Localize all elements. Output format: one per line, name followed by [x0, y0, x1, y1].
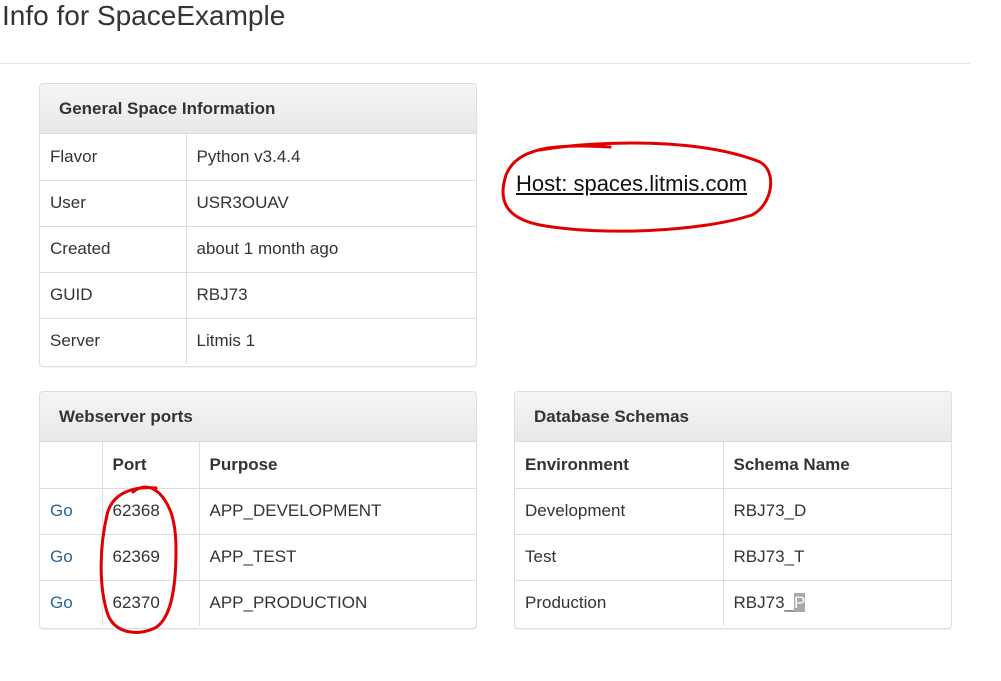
guid-label: GUID	[40, 271, 186, 318]
environment-cell: Development	[515, 487, 723, 534]
go-link-production[interactable]: Go	[50, 593, 73, 612]
go-link-development[interactable]: Go	[50, 501, 73, 520]
table-header-row: Environment Schema Name	[515, 442, 951, 488]
link-column-header	[40, 442, 102, 488]
schema-prefix: RBJ73_	[733, 593, 794, 613]
webserver-ports-panel: Webserver ports Port Purpose Go 62368 AP…	[39, 391, 477, 629]
text-selection-highlight: P	[793, 593, 806, 613]
purpose-cell: APP_PRODUCTION	[198, 579, 476, 626]
table-row: GUID RBJ73	[40, 271, 476, 318]
table-row: Go 62370 APP_PRODUCTION	[40, 579, 476, 626]
schema-name-column-header: Schema Name	[722, 442, 951, 488]
table-row: Flavor Python v3.4.4	[40, 134, 476, 180]
table-header-row: Port Purpose	[40, 442, 476, 488]
purpose-cell: APP_DEVELOPMENT	[198, 487, 476, 534]
database-schemas-heading: Database Schemas	[515, 392, 951, 442]
schema-cell: RBJ73_P	[722, 579, 951, 626]
title-divider	[0, 63, 970, 64]
port-column-header: Port	[101, 442, 199, 488]
flavor-value: Python v3.4.4	[185, 134, 476, 180]
go-link-test[interactable]: Go	[50, 547, 73, 566]
general-info-panel: General Space Information Flavor Python …	[39, 83, 477, 367]
port-cell: 62369	[101, 533, 199, 580]
general-info-table: Flavor Python v3.4.4 User USR3OUAV Creat…	[40, 134, 476, 364]
environment-column-header: Environment	[525, 454, 629, 474]
port-cell: 62370	[101, 579, 199, 626]
purpose-cell: APP_TEST	[198, 533, 476, 580]
webserver-ports-heading: Webserver ports	[40, 392, 476, 442]
schemas-table: Environment Schema Name Development RBJ7…	[515, 442, 951, 626]
user-value: USR3OUAV	[185, 179, 476, 226]
created-label: Created	[40, 225, 186, 272]
flavor-label: Flavor	[50, 146, 98, 166]
table-row: Created about 1 month ago	[40, 225, 476, 272]
user-label: User	[40, 179, 186, 226]
table-row: Production RBJ73_P	[515, 579, 951, 626]
schema-cell: RBJ73_T	[722, 533, 951, 580]
ports-table: Port Purpose Go 62368 APP_DEVELOPMENT Go…	[40, 442, 476, 626]
host-link[interactable]: Host: spaces.litmis.com	[516, 171, 747, 197]
general-info-heading: General Space Information	[40, 84, 476, 134]
guid-value: RBJ73	[185, 271, 476, 318]
page: Info for SpaceExample General Space Info…	[0, 0, 1001, 681]
database-schemas-panel: Database Schemas Environment Schema Name…	[514, 391, 952, 629]
table-row: Server Litmis 1	[40, 317, 476, 364]
created-value: about 1 month ago	[185, 225, 476, 272]
purpose-column-header: Purpose	[198, 442, 476, 488]
table-row: Go 62368 APP_DEVELOPMENT	[40, 487, 476, 534]
server-label: Server	[40, 317, 186, 364]
table-row: User USR3OUAV	[40, 179, 476, 226]
page-title: Info for SpaceExample	[2, 0, 286, 31]
environment-cell: Production	[515, 579, 723, 626]
server-value: Litmis 1	[185, 317, 476, 364]
table-row: Test RBJ73_T	[515, 533, 951, 580]
port-cell: 62368	[101, 487, 199, 534]
table-row: Development RBJ73_D	[515, 487, 951, 534]
table-row: Go 62369 APP_TEST	[40, 533, 476, 580]
environment-cell: Test	[515, 533, 723, 580]
schema-cell: RBJ73_D	[722, 487, 951, 534]
